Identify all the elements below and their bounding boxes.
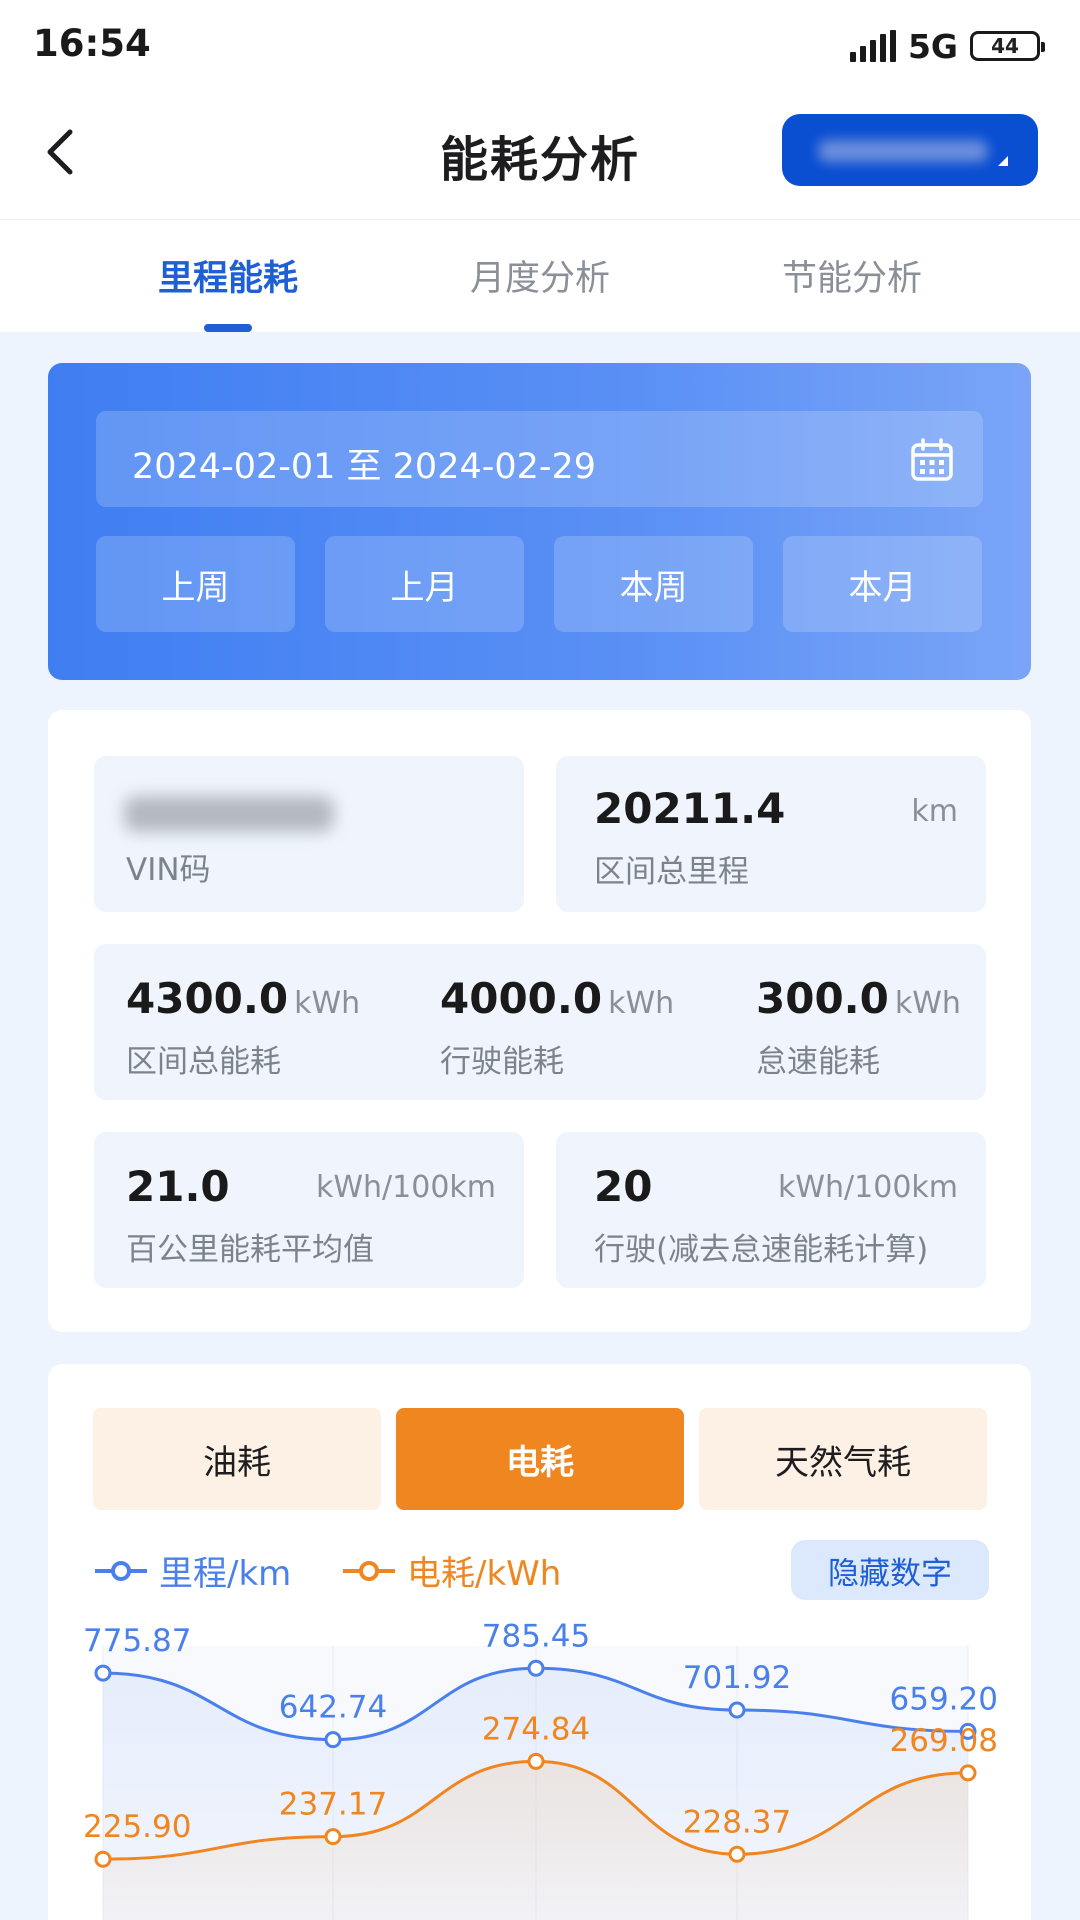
date-range-picker[interactable]: 2024-02-01 至 2024-02-29 [96,411,983,507]
quick-last-week-button[interactable]: 上周 [96,536,295,632]
driving-energy-label: 行驶能耗 [440,1044,564,1080]
status-bar: 16:54 5G 44 [0,0,1080,90]
mileage-cell: 20211.4 km 区间总里程 [556,756,986,912]
dropdown-caret-icon [998,156,1008,166]
avg-100km-cell: 21.0 kWh/100km 百公里能耗平均值 [94,1132,524,1288]
date-filter-card: 2024-02-01 至 2024-02-29 上周 上月 本周 本月 [48,363,1031,680]
series-1-label-0: 225.90 [83,1809,191,1845]
series-0-label-3: 701.92 [683,1660,791,1696]
legend-line-marker-icon [95,1560,147,1581]
idle-energy-label: 怠速能耗 [756,1044,880,1080]
series-1-point-1 [324,1828,342,1846]
back-arrow-icon[interactable] [38,122,88,182]
calendar-icon[interactable] [909,437,955,483]
driving-100km-cell: 20 kWh/100km 行驶(减去怠速能耗计算) [556,1132,986,1288]
driving-100km-label: 行驶(减去怠速能耗计算) [594,1232,929,1268]
series-0-label-2: 785.45 [482,1618,590,1654]
series-1-point-0 [94,1850,112,1868]
series-1-point-2 [527,1752,545,1770]
avg-100km-unit: kWh/100km [315,1170,496,1205]
quick-this-month-button[interactable]: 本月 [783,536,982,632]
legend-mileage[interactable]: 里程/km [93,1546,291,1595]
app-header: 能耗分析 [0,90,1080,220]
vehicle-plate-redacted [818,140,988,162]
series-0-point-1 [324,1731,342,1749]
driving-energy-value: 4000.0 kWh [440,974,675,1023]
series-0-label-4: 659.20 [890,1681,998,1717]
battery-level: 44 [991,34,1019,58]
series-0-point-0 [94,1664,112,1682]
legend-line-marker-icon [343,1560,395,1581]
series-0-label-0: 775.87 [83,1623,191,1659]
date-range-text: 2024-02-01 至 2024-02-29 [132,447,597,487]
mileage-unit: km [911,794,958,829]
tab-energy-saving[interactable]: 节能分析 [732,250,972,301]
network-type: 5G [907,26,958,66]
series-0-point-2 [527,1659,545,1677]
legend-mileage-label: 里程/km [159,1554,292,1594]
hide-numbers-button[interactable]: 隐藏数字 [791,1540,989,1600]
series-1-label-4: 269.08 [890,1723,998,1759]
idle-energy-value: 300.0 kWh [756,974,961,1023]
vin-label: VIN码 [126,852,211,888]
vehicle-selector[interactable] [782,114,1038,186]
avg-100km-label: 百公里能耗平均值 [126,1232,374,1268]
energy-stats-card: VIN码 20211.4 km 区间总里程 4300.0 kWh 区间总能耗 40… [48,710,1031,1332]
legend-energy[interactable]: 电耗/kWh [341,1546,561,1595]
status-time: 16:54 [33,22,151,65]
legend-energy-label: 电耗/kWh [407,1554,562,1594]
mileage-value: 20211.4 [594,784,786,833]
segment-electric[interactable]: 电耗 [396,1408,684,1510]
total-energy-value: 4300.0 kWh [126,974,361,1023]
segment-natural-gas[interactable]: 天然气耗 [699,1408,987,1510]
series-1-point-3 [728,1845,746,1863]
series-0-point-3 [728,1701,746,1719]
status-icons: 5G 44 [849,26,1045,66]
quick-last-month-button[interactable]: 上月 [325,536,524,632]
vin-cell: VIN码 [94,756,524,912]
vin-value-redacted [124,796,334,832]
series-1-label-3: 228.37 [683,1804,791,1840]
tab-active-indicator [204,324,252,332]
series-1-point-4 [959,1764,977,1782]
total-energy-label: 区间总能耗 [126,1044,281,1080]
driving-100km-value: 20 [594,1162,653,1211]
driving-100km-unit: kWh/100km [777,1170,958,1205]
signal-icon [849,30,896,62]
tab-bar: 里程能耗 月度分析 节能分析 [0,220,1080,332]
tab-monthly-analysis[interactable]: 月度分析 [420,250,660,301]
tab-mileage-energy[interactable]: 里程能耗 [108,250,348,301]
series-1-label-1: 237.17 [279,1787,387,1823]
series-1-label-2: 274.84 [482,1711,590,1747]
line-chart: 775.87 642.74 785.45 701.92 659.20 225.90 237.… [83,1618,998,1920]
avg-100km-value: 21.0 [126,1162,230,1211]
quick-this-week-button[interactable]: 本周 [554,536,753,632]
energy-chart-card: 油耗 电耗 天然气耗 里程/km 电耗/kWh 隐藏数字 775.87 642.7… [48,1364,1031,1920]
mileage-label: 区间总里程 [594,854,749,890]
segment-fuel[interactable]: 油耗 [93,1408,381,1510]
battery-icon: 44 [970,31,1045,61]
energy-breakdown-cell: 4300.0 kWh 区间总能耗 4000.0 kWh 行驶能耗 300.0 kWh … [94,944,986,1100]
series-0-label-1: 642.74 [279,1690,387,1726]
